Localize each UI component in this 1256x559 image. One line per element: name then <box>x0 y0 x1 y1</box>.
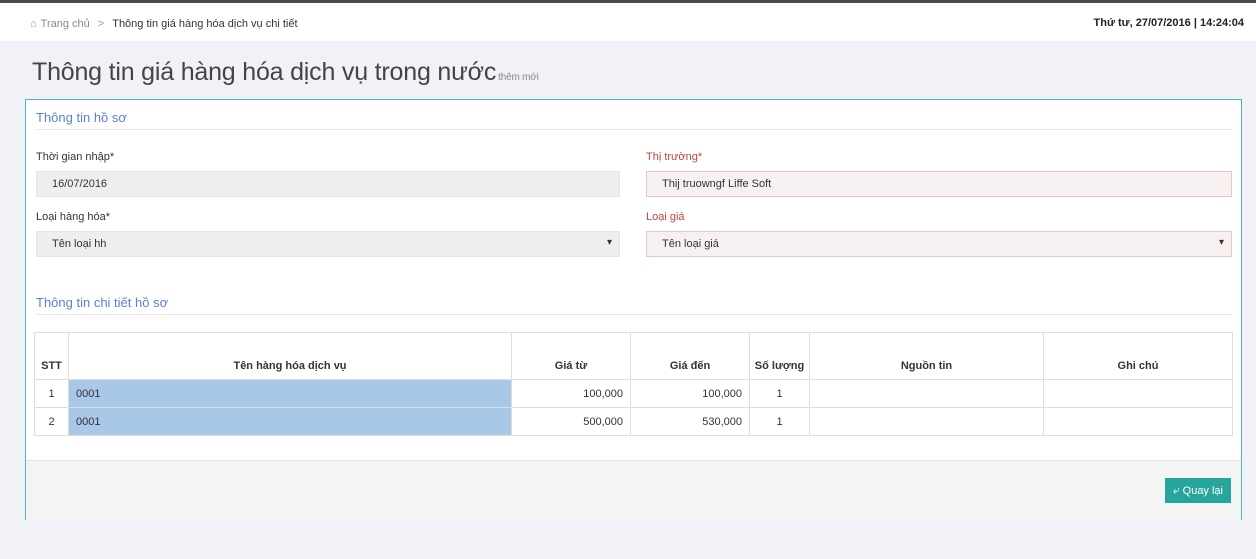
cell-ghi-chu[interactable] <box>1043 407 1233 436</box>
cell-gia-den[interactable]: 100,000 <box>630 379 750 408</box>
thoi-gian-label: Thời gian nhập* <box>36 151 115 163</box>
top-bar: ⌂ Trang chủ > Thông tin giá hàng hóa dịc… <box>0 3 1256 41</box>
cell-so-luong[interactable]: 1 <box>749 407 810 436</box>
section-divider <box>36 129 1232 130</box>
cell-stt: 1 <box>34 379 69 408</box>
loai-hang-value: Tên loại hh <box>52 238 107 250</box>
loai-hang-select[interactable]: Tên loại hh <box>36 231 620 257</box>
col-nguon-tin: Nguồn tin <box>809 332 1044 380</box>
col-gia-tu: Giá từ <box>511 332 631 380</box>
section-divider <box>36 314 1232 315</box>
loai-gia-label: Loại giá <box>646 211 685 223</box>
cell-stt: 2 <box>34 407 69 436</box>
loai-gia-value: Tên loại giá <box>662 238 719 250</box>
current-datetime: Thứ tư, 27/07/2016 | 14:24:04 <box>1093 17 1244 29</box>
col-stt: STT <box>34 332 69 380</box>
page-subtitle: thêm mới <box>498 72 539 83</box>
cell-gia-den[interactable]: 530,000 <box>630 407 750 436</box>
loai-gia-select[interactable]: Tên loại giá <box>646 231 1232 257</box>
detail-table: STT Tên hàng hóa dịch vụ Giá từ Giá đến … <box>34 332 1233 436</box>
form-panel: Thông tin hồ sơ Thời gian nhập* 16/07/20… <box>25 99 1242 520</box>
back-button-label: Quay lại <box>1182 484 1223 497</box>
table-row[interactable]: 1 0001 100,000 100,000 1 <box>34 379 1233 408</box>
page-title-text: Thông tin giá hàng hóa dịch vụ trong nướ… <box>32 58 497 86</box>
cell-ten-hang[interactable]: 0001 <box>68 379 512 408</box>
back-button[interactable]: ⤶ Quay lại <box>1164 478 1231 503</box>
col-gia-den: Giá đến <box>630 332 750 380</box>
col-ghi-chu: Ghi chú <box>1043 332 1233 380</box>
cell-ghi-chu[interactable] <box>1043 379 1233 408</box>
cell-nguon-tin[interactable] <box>809 379 1044 408</box>
col-so-luong: Số lượng <box>749 332 810 380</box>
breadcrumb-current: Thông tin giá hàng hóa dịch vụ chi tiết <box>112 18 298 30</box>
breadcrumb-home[interactable]: Trang chủ <box>41 18 90 30</box>
breadcrumb-separator: > <box>97 18 105 30</box>
table-row[interactable]: 2 0001 500,000 530,000 1 <box>34 407 1233 436</box>
loai-hang-label: Loại hàng hóa* <box>36 211 111 223</box>
table-header-row: STT Tên hàng hóa dịch vụ Giá từ Giá đến … <box>34 332 1233 380</box>
cell-so-luong[interactable]: 1 <box>749 379 810 408</box>
form-actions: ⤶ Quay lại <box>26 460 1241 520</box>
thoi-gian-input[interactable]: 16/07/2016 <box>36 171 620 197</box>
page-title: Thông tin giá hàng hóa dịch vụ trong nướ… <box>32 58 539 87</box>
section-title-ho-so: Thông tin hồ sơ <box>36 110 127 125</box>
cell-nguon-tin[interactable] <box>809 407 1044 436</box>
thi-truong-input[interactable]: Thij truowngf Liffe Soft <box>646 171 1232 197</box>
home-icon[interactable]: ⌂ <box>30 18 37 30</box>
reply-arrow-icon: ⤶ <box>1172 483 1180 497</box>
col-ten-hang: Tên hàng hóa dịch vụ <box>68 332 512 380</box>
cell-gia-tu[interactable]: 500,000 <box>511 407 631 436</box>
cell-ten-hang[interactable]: 0001 <box>68 407 512 436</box>
thi-truong-label: Thị trường* <box>646 151 703 163</box>
breadcrumb: ⌂ Trang chủ > Thông tin giá hàng hóa dịc… <box>30 18 298 30</box>
section-title-chi-tiet: Thông tin chi tiết hồ sơ <box>36 295 169 310</box>
cell-gia-tu[interactable]: 100,000 <box>511 379 631 408</box>
